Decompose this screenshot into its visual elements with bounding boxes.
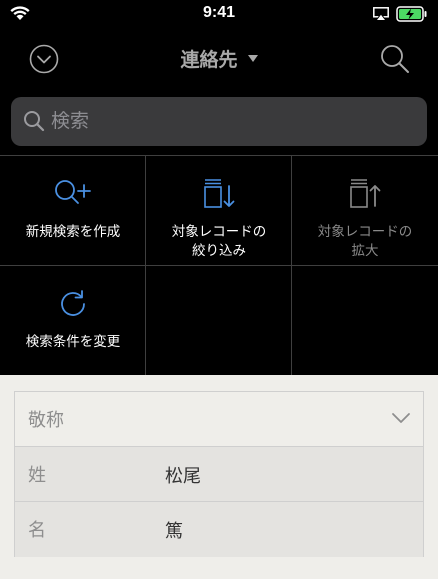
nav-bar: 連絡先 bbox=[0, 30, 438, 86]
chevron-down-icon[interactable] bbox=[391, 412, 411, 424]
layout-title[interactable]: 連絡先 bbox=[0, 45, 438, 72]
search-icon bbox=[24, 111, 45, 132]
record-form: 敬称 姓 松尾 名 篤 bbox=[14, 391, 424, 557]
battery-charging-icon bbox=[396, 6, 427, 22]
honorific-label: 敬称 bbox=[28, 410, 64, 431]
honorific-field[interactable]: 敬称 bbox=[15, 392, 423, 447]
grid-divider bbox=[0, 265, 438, 266]
search-plus-icon bbox=[55, 180, 91, 204]
first-name-label: 名 bbox=[28, 520, 46, 541]
page-title: 連絡先 bbox=[180, 49, 238, 71]
last-name-field[interactable]: 姓 松尾 bbox=[15, 447, 423, 502]
constrain-found-button[interactable]: 対象レコードの 絞り込み bbox=[146, 156, 292, 265]
refresh-icon bbox=[61, 290, 85, 316]
extend-found-label: 対象レコードの 拡大 bbox=[317, 224, 413, 259]
constrain-found-label: 対象レコードの 絞り込み bbox=[171, 224, 267, 259]
search-bar[interactable] bbox=[11, 97, 427, 146]
extend-found-button: 対象レコードの 拡大 bbox=[292, 156, 438, 265]
new-find-label: 新規検索を作成 bbox=[25, 224, 121, 240]
first-name-value: 篤 bbox=[165, 521, 183, 542]
new-find-button[interactable]: 新規検索を作成 bbox=[0, 156, 146, 265]
caret-down-icon bbox=[247, 55, 258, 62]
last-name-value: 松尾 bbox=[165, 466, 201, 487]
narrow-records-icon bbox=[204, 179, 235, 208]
airplay-icon bbox=[373, 7, 389, 21]
search-icon[interactable] bbox=[379, 43, 411, 75]
action-grid: 新規検索を作成 対象レコードの 絞り込み 対象レコードの 拡大 検索条件を変更 bbox=[0, 155, 438, 375]
search-input[interactable] bbox=[51, 107, 411, 135]
first-name-field[interactable]: 名 篤 bbox=[15, 502, 423, 557]
status-bar: 9:41 bbox=[0, 0, 438, 30]
extend-records-icon bbox=[350, 179, 381, 208]
modify-find-label: 検索条件を変更 bbox=[25, 334, 121, 350]
record-form-area: 敬称 姓 松尾 名 篤 bbox=[0, 375, 438, 579]
modify-find-button[interactable]: 検索条件を変更 bbox=[0, 266, 146, 375]
last-name-label: 姓 bbox=[28, 465, 46, 486]
